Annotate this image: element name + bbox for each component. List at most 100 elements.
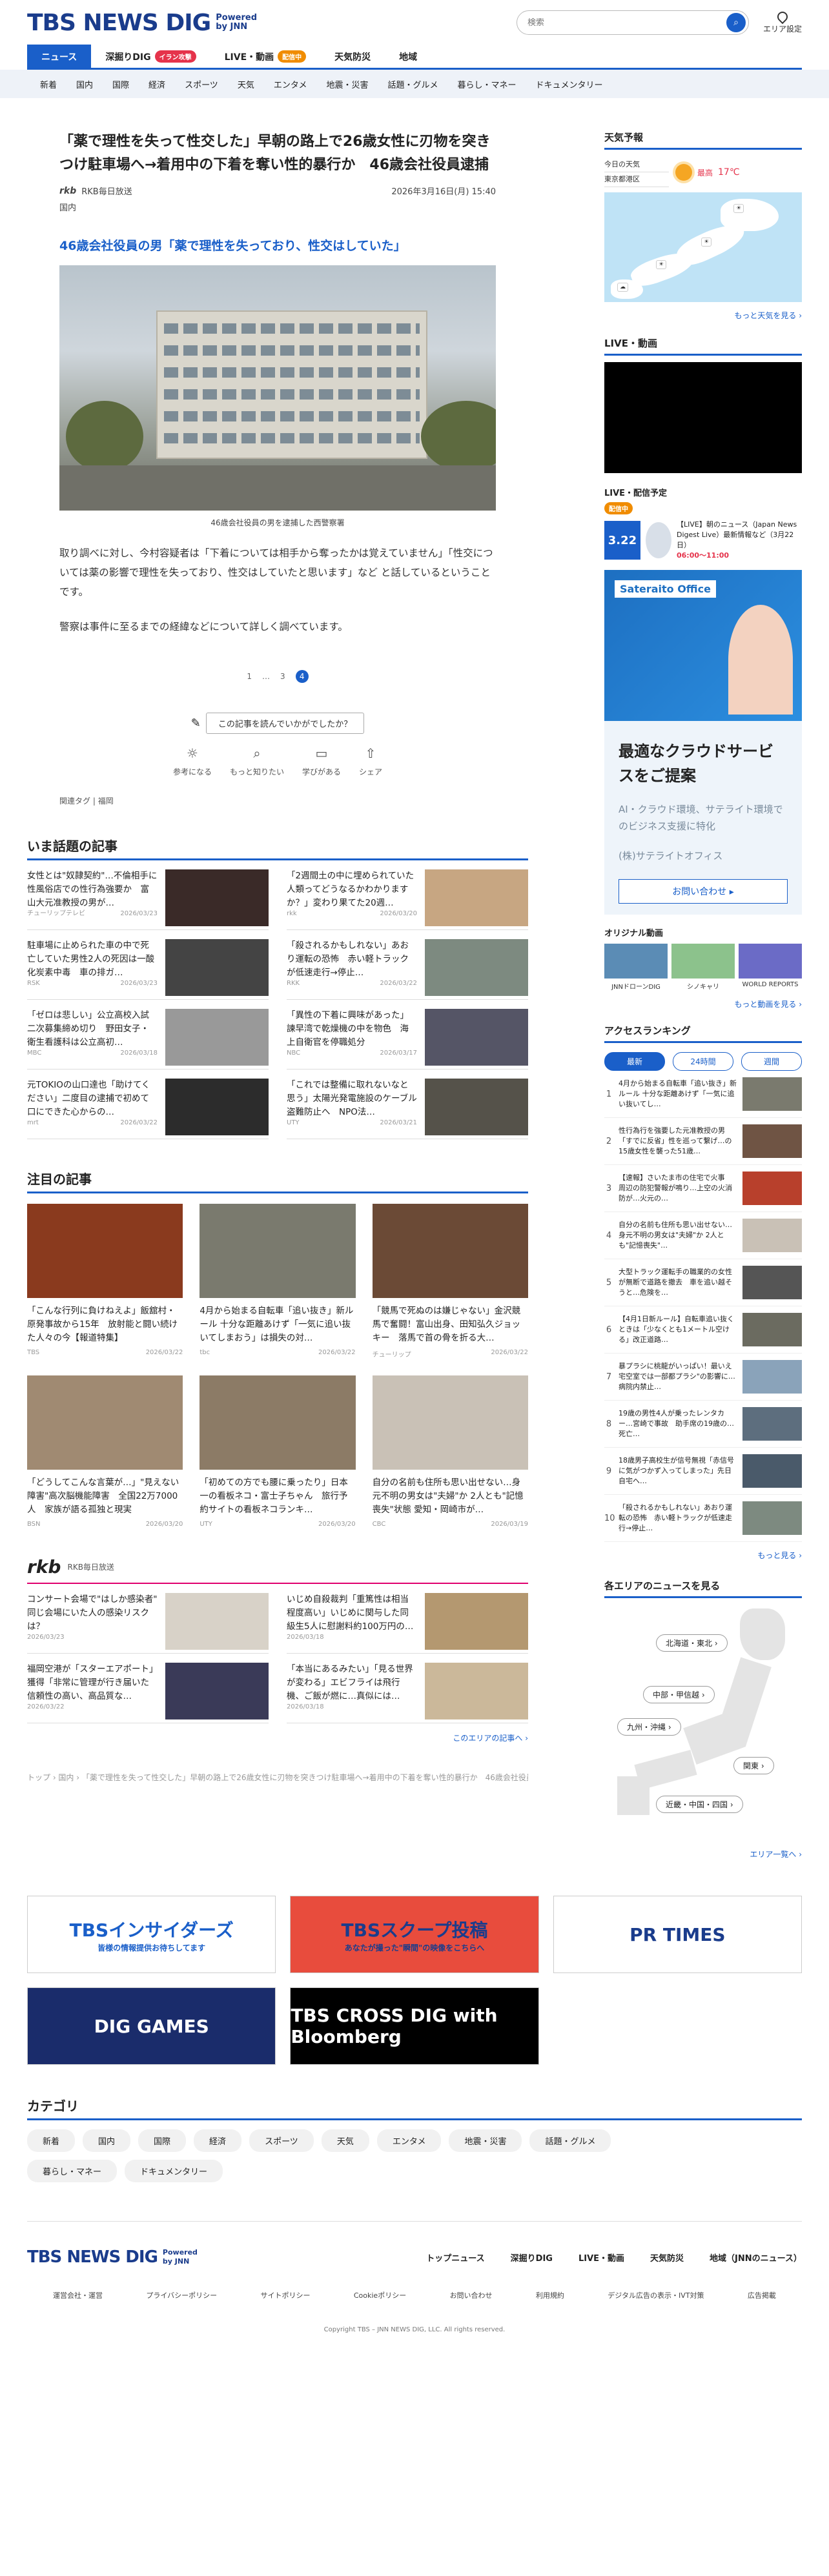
promo-banner[interactable]: TBSスクープ投稿 あなたが撮った"瞬間"の映像をこちらへ xyxy=(290,1896,539,1973)
featured-card[interactable]: 自分の名前も住所も思い出せない…身元不明の男女は"夫婦"か 2人とも"記憶喪失"… xyxy=(372,1365,528,1534)
secondary-nav-item[interactable]: 国内 xyxy=(76,78,93,90)
story-item[interactable]: 「ゼロは悲しい」公立高校入試二次募集締め切り 野田女子・衛生看護科は公立高初… M… xyxy=(27,1000,269,1070)
footer-sub-link[interactable]: 利用規約 xyxy=(536,2290,564,2300)
page-link[interactable]: 4 xyxy=(295,670,309,683)
secondary-nav-item[interactable]: 経済 xyxy=(148,78,165,90)
card-thumbnail[interactable] xyxy=(372,1375,528,1470)
secondary-nav-item[interactable]: スポーツ xyxy=(185,78,218,90)
category-pill[interactable]: 話題・グルメ xyxy=(529,2129,611,2152)
story-thumbnail[interactable] xyxy=(425,1009,528,1066)
ranking-item[interactable]: 5 大型トラック運転手の職業的の女性が無断で道路を撤去 車を追い越そうと…危険を… xyxy=(604,1259,802,1306)
ranking-item[interactable]: 4 自分の名前も住所も思い出せない…身元不明の男女は"夫婦"か 2人とも"記憶喪失… xyxy=(604,1212,802,1259)
ranking-item[interactable]: 7 暴プラシに桃龍がいっぱい！最いえ宅空室では一部都プラシ"の影響に…病院内禁止… xyxy=(604,1354,802,1401)
promo-banner[interactable]: TBSインサイダーズ 皆様の情報提供お待ちしてます xyxy=(27,1896,276,1973)
ranking-item[interactable]: 2 性行為行を強要した元准教授の男「すでに反省」性を巡って繋げ…の15歳女性を襲っ… xyxy=(604,1118,802,1165)
nav-item[interactable]: ニュース xyxy=(27,44,92,69)
orig-more-link[interactable]: もっと動画を見る › xyxy=(604,999,802,1009)
ranking-item[interactable]: 9 18歳男子高校生が信号無視「赤信号に気がつかず入ってしまった」先日自宅へ… xyxy=(604,1448,802,1495)
secondary-nav-item[interactable]: ドキュメンタリー xyxy=(536,78,603,90)
story-thumbnail[interactable] xyxy=(165,1593,269,1650)
area-chubu[interactable]: 中部・甲信越 › xyxy=(643,1686,715,1703)
category-pill[interactable]: 天気 xyxy=(321,2129,369,2152)
footer-sub-link[interactable]: お問い合わせ xyxy=(450,2290,493,2300)
ranking-item[interactable]: 3 【速報】さいたま市の住宅で火事 周辺の防犯警報が鳴り…上空の火消防が…火元の… xyxy=(604,1165,802,1212)
featured-card[interactable]: 4月から始まる自転車「追い抜き」新ルール 十分な距離あけず「一気に追い抜いてしま… xyxy=(200,1193,356,1365)
category-pill[interactable]: 国際 xyxy=(138,2129,187,2152)
ranking-more-link[interactable]: もっと見る › xyxy=(604,1550,802,1561)
ranking-item[interactable]: 6 【4月1日新ルール】自転車追い抜くときは「少なくとも1メートル空ける」改正道路… xyxy=(604,1306,802,1354)
card-thumbnail[interactable] xyxy=(200,1204,356,1298)
ranking-item[interactable]: 1 4月から始まる自転車「追い抜き」新ルール 十分な距離あけず「一気に追い抜いてし… xyxy=(604,1071,802,1118)
article-category[interactable]: 国内 xyxy=(59,201,496,213)
nav-item[interactable]: 深掘りDIG イラン攻撃 xyxy=(91,45,210,69)
ad-banner-saterai[interactable]: Sateraito Office xyxy=(604,570,802,721)
area-kyushu[interactable]: 九州・沖縄 › xyxy=(617,1718,681,1736)
rkb-story-item[interactable]: 「本当にあるみたい」「見る世界が変わる」エビフライは飛行機、ご飯が燃に…真似には… xyxy=(287,1654,528,1723)
category-pill[interactable]: 暮らし・マネー xyxy=(27,2160,118,2182)
secondary-nav-item[interactable]: 地震・災害 xyxy=(326,78,368,90)
story-thumbnail[interactable] xyxy=(165,939,269,996)
rkb-story-item[interactable]: 福岡空港が「スターエアポート」獲得「非常に管理が行き届いた信頼性の高い、高品質な… xyxy=(27,1654,269,1723)
footer-sub-link[interactable]: プライバシーポリシー xyxy=(146,2290,217,2300)
ranking-item[interactable]: 10 「殺されるかもしれない」あおり運転の恐怖 赤い軽トラックが低速走行→停止… xyxy=(604,1495,802,1542)
area-kinki[interactable]: 近畿・中国・四国 › xyxy=(656,1796,743,1813)
secondary-nav-item[interactable]: 話題・グルメ xyxy=(387,78,438,90)
category-pill[interactable]: 新着 xyxy=(27,2129,76,2152)
story-thumbnail[interactable] xyxy=(165,1079,269,1135)
original-video-item[interactable]: JNNドローンDIG xyxy=(604,944,668,991)
category-pill[interactable]: 経済 xyxy=(194,2129,242,2152)
category-pill[interactable]: 地震・災害 xyxy=(449,2129,522,2152)
reaction-button[interactable]: ⌕ もっと知りたい xyxy=(230,744,284,777)
reaction-button[interactable]: ▭ 学びがある xyxy=(302,744,341,777)
footer-link[interactable]: LIVE・動画 xyxy=(578,2251,624,2264)
nav-item[interactable]: 地域 xyxy=(385,45,431,69)
story-thumbnail[interactable] xyxy=(165,869,269,926)
reaction-button[interactable]: ⇧ シェア xyxy=(359,744,382,777)
story-thumbnail[interactable] xyxy=(425,869,528,926)
footer-sub-link[interactable]: サイトポリシー xyxy=(261,2290,311,2300)
rkb-more-link[interactable]: このエリアの記事へ › xyxy=(27,1732,528,1743)
category-pill[interactable]: スポーツ xyxy=(249,2129,314,2152)
secondary-nav-item[interactable]: 新着 xyxy=(40,78,57,90)
rkb-story-item[interactable]: コンサート会場で"はしか感染者" 同じ会場にいた人の感染リスクは？ 2026/03… xyxy=(27,1584,269,1654)
story-item[interactable]: 「殺されるかもしれない」あおり運転の恐怖 赤い軽トラックが低速走行→停止… RKK… xyxy=(287,930,528,1000)
secondary-nav-item[interactable]: 国際 xyxy=(112,78,129,90)
weather-widget[interactable]: 今日の天気 東京都港区 最高 17℃ xyxy=(604,157,802,187)
ranking-tab[interactable]: 最新 xyxy=(604,1052,665,1071)
story-item[interactable]: 「2週間土の中に埋められていた人類ってどうなるかわかりますか？」変わり果てた20… xyxy=(287,860,528,930)
footer-link[interactable]: 深掘りDIG xyxy=(511,2251,553,2264)
footer-link[interactable]: 地域（JNNのニュース） xyxy=(710,2251,802,2264)
footer-logo[interactable]: TBS NEWS DIG Powered by JNN xyxy=(27,2247,201,2267)
breadcrumb[interactable]: トップ › 国内 › 「薬で理性を失って性交した」早朝の路上で26歳女性に刃物を… xyxy=(27,1772,528,1783)
footer-sub-link[interactable]: 運営会社・運営 xyxy=(53,2290,103,2300)
promo-banner[interactable]: PR TIMES xyxy=(553,1896,802,1973)
story-item[interactable]: 元TOKIOの山口達也「助けてください」二度目の逮捕で初めて口にできた心からの…… xyxy=(27,1070,269,1139)
featured-card[interactable]: 「初めての方でも腰に乗ったり」日本一の看板ネコ・富士子ちゃん 旅行予約サイトの看… xyxy=(200,1365,356,1534)
story-thumbnail[interactable] xyxy=(425,939,528,996)
ranking-tab[interactable]: 週間 xyxy=(741,1052,802,1071)
ad-contact-button[interactable]: お問い合わせ ▸ xyxy=(619,879,788,904)
card-thumbnail[interactable] xyxy=(200,1375,356,1470)
area-hokkaido-tohoku[interactable]: 北海道・東北 › xyxy=(656,1634,728,1652)
live-video-player[interactable] xyxy=(604,362,802,473)
story-thumbnail[interactable] xyxy=(425,1593,528,1650)
search-icon[interactable]: ⌕ xyxy=(726,13,746,32)
story-thumbnail[interactable] xyxy=(425,1663,528,1719)
promo-banner[interactable]: DIG GAMES xyxy=(27,1987,276,2065)
story-thumbnail[interactable] xyxy=(165,1663,269,1719)
card-thumbnail[interactable] xyxy=(372,1204,528,1298)
story-item[interactable]: 「異性の下着に興味があった」諫早湾で乾燥機の中を物色 海上自衛官を停職処分 NBC… xyxy=(287,1000,528,1070)
area-kanto[interactable]: 関東 › xyxy=(733,1757,774,1774)
footer-link[interactable]: トップニュース xyxy=(426,2251,484,2264)
reaction-button[interactable]: ☼ 参考になる xyxy=(173,744,212,777)
weather-more-link[interactable]: もっと天気を見る › xyxy=(604,310,802,321)
search-input[interactable] xyxy=(527,17,726,28)
footer-sub-link[interactable]: Cookieポリシー xyxy=(354,2290,406,2300)
footer-sub-link[interactable]: デジタル広告の表示・IVT対策 xyxy=(608,2290,704,2300)
area-settings-button[interactable]: エリア設定 xyxy=(763,9,802,34)
card-thumbnail[interactable] xyxy=(27,1375,183,1470)
featured-card[interactable]: 「こんな行列に負けねえよ」飯舘村・原発事故から15年 放射能と闘い続けた人々の今… xyxy=(27,1193,183,1365)
secondary-nav-item[interactable]: 暮らし・マネー xyxy=(457,78,516,90)
story-item[interactable]: 「これでは整備に取れないなと思う」太陽光発電施設のケーブル盗難防止へ NPO法…… xyxy=(287,1070,528,1139)
secondary-nav-item[interactable]: エンタメ xyxy=(274,78,307,90)
